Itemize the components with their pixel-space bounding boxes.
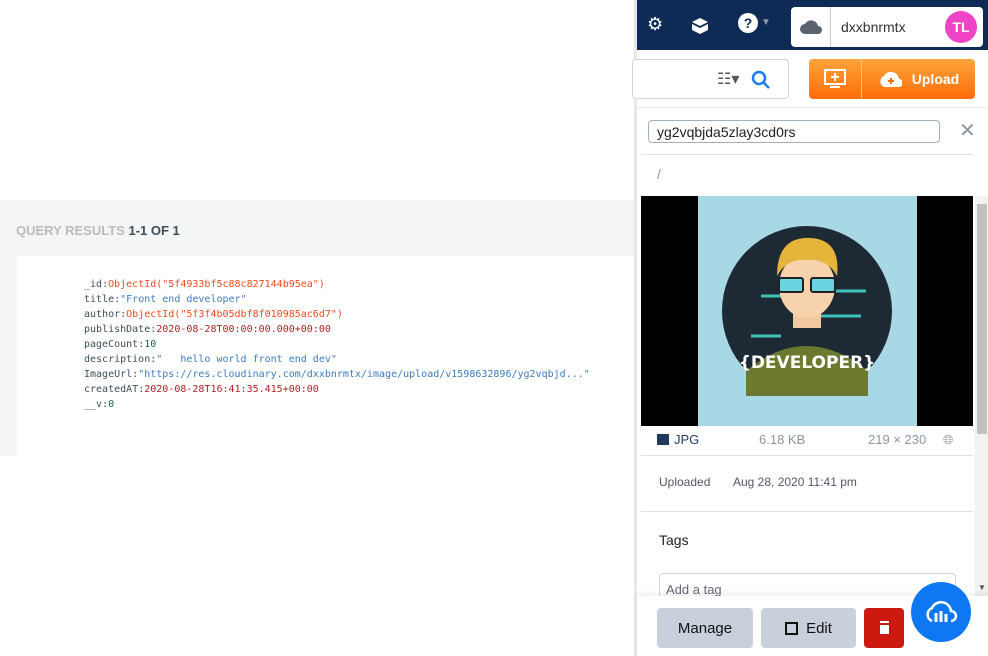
close-icon[interactable]: ✕: [959, 118, 976, 143]
manage-button[interactable]: Manage: [657, 608, 753, 648]
field-key: publishDate: [84, 324, 151, 335]
crop-icon: [785, 621, 799, 635]
tags-heading: Tags: [659, 532, 689, 548]
field-key: pageCount: [84, 339, 139, 350]
cloud-name: dxxbnrmtx: [841, 19, 906, 35]
top-bar: ⚙ ? ▼ dxxbnrmtx TL: [637, 0, 988, 50]
field-value: "Front end developer": [120, 294, 247, 305]
document-field: description:" hello world front end dev": [84, 352, 590, 367]
divider: [641, 455, 973, 456]
document-field: publishDate:2020-08-28T00:00:00.000+00:0…: [84, 322, 590, 337]
cloud-upload-icon: [880, 71, 902, 87]
monitor-plus-icon: [824, 69, 846, 88]
field-key: createdAT: [84, 384, 139, 395]
field-value: 0: [108, 399, 115, 410]
field-key: __v: [84, 399, 103, 410]
divider: [641, 154, 973, 155]
cloud-icon: [791, 7, 831, 47]
divider: [641, 511, 973, 512]
field-key: description: [84, 354, 151, 365]
search-input[interactable]: ☷▾: [632, 59, 789, 99]
band-side: [0, 256, 16, 456]
help-icon[interactable]: ?: [738, 13, 758, 33]
scrollbar[interactable]: ▼: [975, 196, 988, 596]
edit-button[interactable]: Edit: [761, 608, 856, 648]
gear-icon[interactable]: ⚙: [647, 14, 663, 35]
folder-path[interactable]: /: [657, 166, 661, 182]
globe-icon[interactable]: 🌐︎: [943, 432, 953, 448]
asset-preview[interactable]: {DEVELOPER}: [641, 196, 973, 426]
upload-button[interactable]: Upload: [862, 59, 975, 99]
field-value: 2020-08-28T16:41:35.415+00:00: [144, 384, 319, 395]
package-icon[interactable]: [690, 16, 710, 36]
uploaded-label: Uploaded: [659, 475, 711, 489]
document-field: __v:0: [84, 397, 590, 412]
cloudinary-fab[interactable]: [911, 582, 971, 642]
field-value: ObjectId("5f3f4b05dbf8f010985ac6d7"): [126, 309, 343, 320]
format-info: JPG: [657, 432, 699, 447]
avatar[interactable]: TL: [945, 11, 977, 43]
document-fields: _id:ObjectId("5f4933bf5c88c827144b95ea")…: [84, 277, 590, 412]
query-results-title: QUERY RESULTS 1-1 OF 1: [16, 223, 180, 238]
upload-button-group: Upload: [809, 59, 975, 99]
field-value: ObjectId("5f4933bf5c88c827144b95ea"): [108, 279, 325, 290]
document-field: ImageUrl:"https://res.cloudinary.com/dxx…: [84, 367, 590, 382]
field-value: "https://res.cloudinary.com/dxxbnrmtx/im…: [138, 369, 590, 380]
public-id-field[interactable]: yg2vqbjda5zlay3cd0rs: [648, 120, 940, 143]
image-icon: [657, 434, 669, 445]
developer-image: {DEVELOPER}: [698, 196, 917, 426]
delete-button[interactable]: [864, 608, 904, 648]
query-results-pane: QUERY RESULTS 1-1 OF 1 _id:ObjectId("5f4…: [0, 0, 634, 656]
results-range: 1-1 OF 1: [128, 223, 180, 238]
image-lettering: {DEVELOPER}: [739, 353, 876, 373]
field-key: _id: [84, 279, 103, 290]
dimensions: 219 × 230: [868, 432, 927, 447]
filter-icon[interactable]: ☷▾: [717, 69, 739, 89]
field-key: ImageUrl: [84, 369, 133, 380]
search-icon[interactable]: [751, 70, 771, 90]
document-field: pageCount:10: [84, 337, 590, 352]
media-library-panel: ⚙ ? ▼ dxxbnrmtx TL ☷▾ Upload yg2vqbjda5z…: [632, 0, 988, 656]
field-value: 2020-08-28T00:00:00.000+00:00: [156, 324, 331, 335]
trash-icon: [879, 622, 889, 634]
file-size: 6.18 KB: [759, 432, 806, 447]
document-field: title:"Front end developer": [84, 292, 590, 307]
document-field: _id:ObjectId("5f4933bf5c88c827144b95ea"): [84, 277, 590, 292]
field-value: " hello world front end dev": [156, 354, 337, 365]
scroll-down-icon[interactable]: ▼: [978, 583, 986, 592]
divider: [637, 107, 988, 108]
chevron-down-icon[interactable]: ▼: [761, 17, 771, 28]
field-key: author: [84, 309, 121, 320]
uploaded-date: Aug 28, 2020 11:41 pm: [733, 475, 857, 489]
scrollbar-thumb[interactable]: [977, 204, 987, 434]
screen-add-button[interactable]: [809, 59, 862, 99]
cloudinary-logo-icon: [926, 601, 958, 623]
field-key: title: [84, 294, 115, 305]
field-value: 10: [144, 339, 157, 350]
document-field: author:ObjectId("5f3f4b05dbf8f010985ac6d…: [84, 307, 590, 322]
account-switcher[interactable]: dxxbnrmtx TL: [791, 7, 983, 47]
document-field: createdAT:2020-08-28T16:41:35.415+00:00: [84, 382, 590, 397]
